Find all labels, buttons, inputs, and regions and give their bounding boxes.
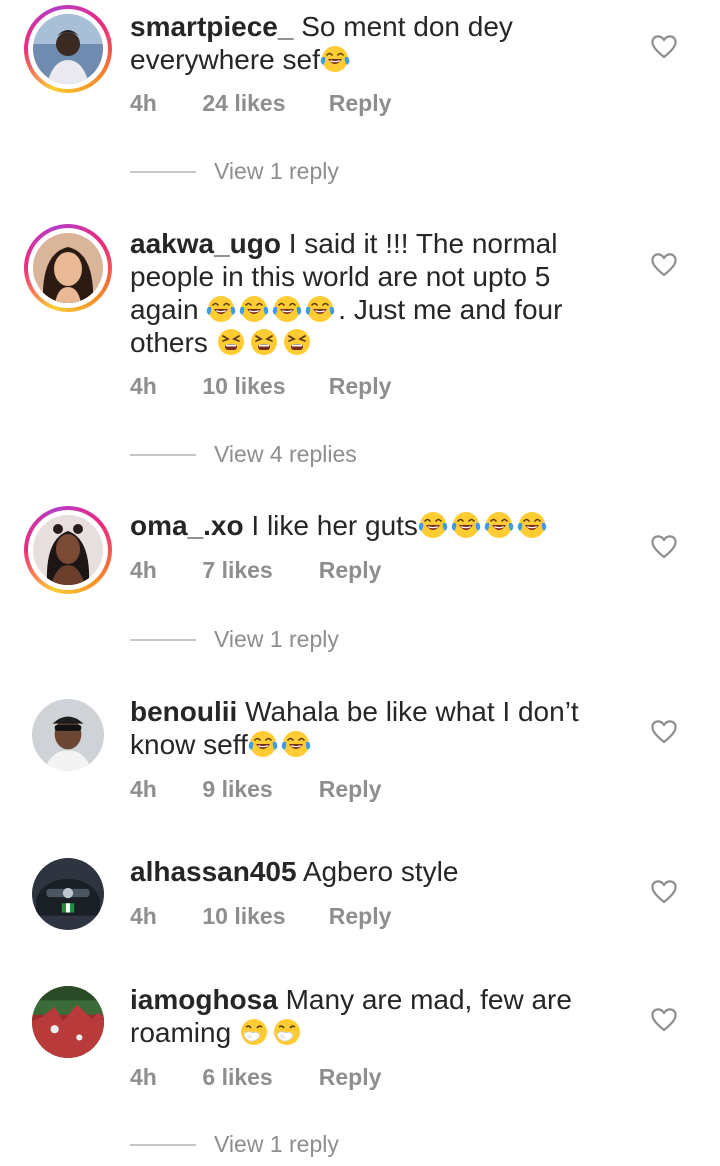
comment-text: smartpiece_ So ment don dey everywhere s… bbox=[130, 10, 590, 76]
username-link[interactable]: alhassan405 bbox=[130, 856, 297, 887]
comment-meta: 4h 10 likes Reply bbox=[130, 373, 391, 400]
avatar-story-ring[interactable] bbox=[24, 224, 112, 312]
laughing-tears-emoji-icon bbox=[247, 729, 278, 759]
laughing-tears-emoji-icon bbox=[417, 510, 448, 540]
avatar bbox=[33, 14, 103, 84]
reply-button[interactable]: Reply bbox=[319, 557, 382, 584]
view-replies-label: View 4 replies bbox=[214, 441, 357, 467]
comment-meta: 4h 7 likes Reply bbox=[130, 557, 381, 584]
likes-count[interactable]: 6 likes bbox=[202, 1064, 312, 1091]
comment-time: 4h bbox=[130, 90, 157, 116]
comment-time: 4h bbox=[130, 373, 157, 399]
divider-line bbox=[130, 638, 196, 641]
avatar[interactable] bbox=[32, 858, 104, 930]
laughing-tears-emoji-icon bbox=[450, 510, 481, 540]
comment-text: oma_.xo I like her guts bbox=[130, 509, 590, 542]
view-replies-label: View 1 reply bbox=[214, 626, 339, 652]
laughing-tears-emoji-icon bbox=[206, 294, 237, 324]
likes-count[interactable]: 9 likes bbox=[202, 776, 312, 803]
divider-line bbox=[130, 1143, 196, 1146]
avatar[interactable] bbox=[32, 986, 104, 1058]
username-link[interactable]: benoulii bbox=[130, 696, 237, 727]
comment-body: Agbero style bbox=[302, 856, 459, 887]
likes-count[interactable]: 7 likes bbox=[202, 557, 312, 584]
view-replies-label: View 1 reply bbox=[214, 158, 339, 184]
reply-button[interactable]: Reply bbox=[319, 776, 382, 803]
comment-time: 4h bbox=[130, 903, 157, 929]
comment-meta: 4h 9 likes Reply bbox=[130, 776, 381, 803]
laughing-tears-emoji-icon bbox=[305, 294, 336, 324]
heart-icon[interactable] bbox=[650, 878, 678, 904]
reply-button[interactable]: Reply bbox=[319, 1064, 382, 1091]
laughing-tears-emoji-icon bbox=[516, 510, 547, 540]
username-link[interactable]: smartpiece_ bbox=[130, 11, 293, 42]
reply-button[interactable]: Reply bbox=[329, 90, 392, 117]
avatar bbox=[33, 233, 103, 303]
reply-button[interactable]: Reply bbox=[329, 903, 392, 930]
avatar-image bbox=[32, 858, 104, 930]
view-replies-button[interactable]: View 1 reply bbox=[130, 158, 339, 185]
sneezing-face-emoji-icon bbox=[239, 1017, 269, 1047]
divider-line bbox=[130, 453, 196, 456]
heart-icon[interactable] bbox=[650, 718, 678, 744]
username-link[interactable]: iamoghosa bbox=[130, 984, 278, 1015]
comment-time: 4h bbox=[130, 776, 157, 802]
avatar-story-ring[interactable] bbox=[24, 506, 112, 594]
likes-count[interactable]: 10 likes bbox=[202, 903, 322, 930]
avatar-image bbox=[32, 986, 104, 1058]
comment-meta: 4h 10 likes Reply bbox=[130, 903, 391, 930]
heart-icon[interactable] bbox=[650, 1006, 678, 1032]
heart-icon[interactable] bbox=[650, 533, 678, 559]
likes-count[interactable]: 24 likes bbox=[202, 90, 322, 117]
username-link[interactable]: aakwa_ugo bbox=[130, 228, 281, 259]
avatar-story-ring[interactable] bbox=[24, 5, 112, 93]
comment-meta: 4h 6 likes Reply bbox=[130, 1064, 381, 1091]
comment-body: I like her guts bbox=[251, 510, 418, 541]
laughing-tears-emoji-icon bbox=[239, 294, 270, 324]
reply-button[interactable]: Reply bbox=[329, 373, 392, 400]
comment-text: iamoghosa Many are mad, few are roaming bbox=[130, 983, 590, 1049]
view-replies-button[interactable]: View 4 replies bbox=[130, 441, 357, 468]
username-link[interactable]: oma_.xo bbox=[130, 510, 244, 541]
view-replies-button[interactable]: View 1 reply bbox=[130, 626, 339, 653]
comment-text: alhassan405 Agbero style bbox=[130, 855, 590, 888]
heart-icon[interactable] bbox=[650, 33, 678, 59]
comment-text: aakwa_ugo I said it !!! The normal peopl… bbox=[130, 227, 590, 359]
comment-text: benoulii Wahala be like what I don’t kno… bbox=[130, 695, 590, 761]
comment-meta: 4h 24 likes Reply bbox=[130, 90, 391, 117]
avatar bbox=[33, 515, 103, 585]
laughing-tears-emoji-icon bbox=[483, 510, 514, 540]
view-replies-button[interactable]: View 1 reply bbox=[130, 1131, 339, 1158]
tired-face-emoji-icon bbox=[216, 327, 246, 357]
divider-line bbox=[130, 170, 196, 173]
laughing-tears-emoji-icon bbox=[319, 44, 350, 74]
comment-time: 4h bbox=[130, 557, 157, 583]
avatar[interactable] bbox=[32, 699, 104, 771]
tired-face-emoji-icon bbox=[249, 327, 279, 357]
sneezing-face-emoji-icon bbox=[272, 1017, 302, 1047]
likes-count[interactable]: 10 likes bbox=[202, 373, 322, 400]
avatar-image bbox=[32, 699, 104, 771]
heart-icon[interactable] bbox=[650, 251, 678, 277]
tired-face-emoji-icon bbox=[282, 327, 312, 357]
view-replies-label: View 1 reply bbox=[214, 1131, 339, 1157]
comment-time: 4h bbox=[130, 1064, 157, 1090]
laughing-tears-emoji-icon bbox=[272, 294, 303, 324]
laughing-tears-emoji-icon bbox=[280, 729, 311, 759]
